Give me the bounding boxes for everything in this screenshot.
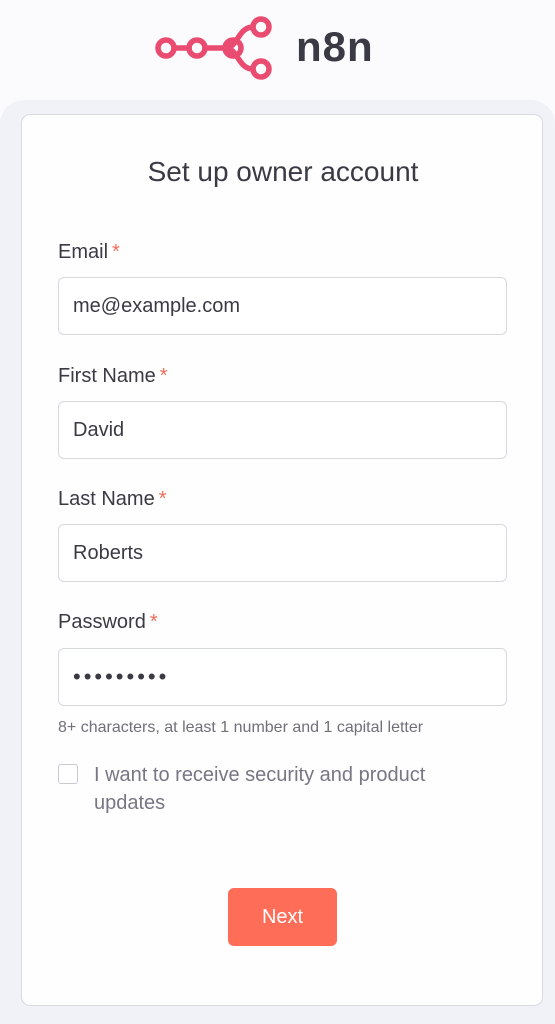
next-button[interactable]: Next (228, 888, 337, 946)
required-marker: * (159, 365, 168, 387)
email-label: Email * (58, 240, 120, 264)
last-name-label-text: Last Name (58, 488, 155, 510)
updates-checkbox-label[interactable]: I want to receive security and product u… (94, 761, 494, 817)
first-name-input[interactable] (58, 401, 507, 459)
brand-name: n8n (296, 23, 374, 70)
first-name-label: First Name * (58, 364, 168, 388)
required-marker: * (112, 241, 120, 263)
required-marker: * (149, 611, 158, 633)
password-label-text: Password (58, 611, 146, 633)
page-title: Set up owner account (147, 156, 419, 187)
email-input[interactable] (58, 277, 507, 335)
required-marker: * (158, 488, 167, 510)
last-name-input[interactable] (58, 524, 507, 582)
updates-checkbox[interactable] (58, 764, 78, 784)
password-label: Password * (58, 610, 158, 634)
password-input[interactable] (58, 648, 507, 706)
header: n8n (0, 0, 555, 96)
password-hint: 8+ characters, at least 1 number and 1 c… (58, 719, 424, 736)
email-label-text: Email (58, 241, 109, 263)
last-name-label: Last Name * (58, 487, 167, 511)
n8n-logo-icon (155, 16, 272, 80)
first-name-label-text: First Name (58, 365, 156, 387)
